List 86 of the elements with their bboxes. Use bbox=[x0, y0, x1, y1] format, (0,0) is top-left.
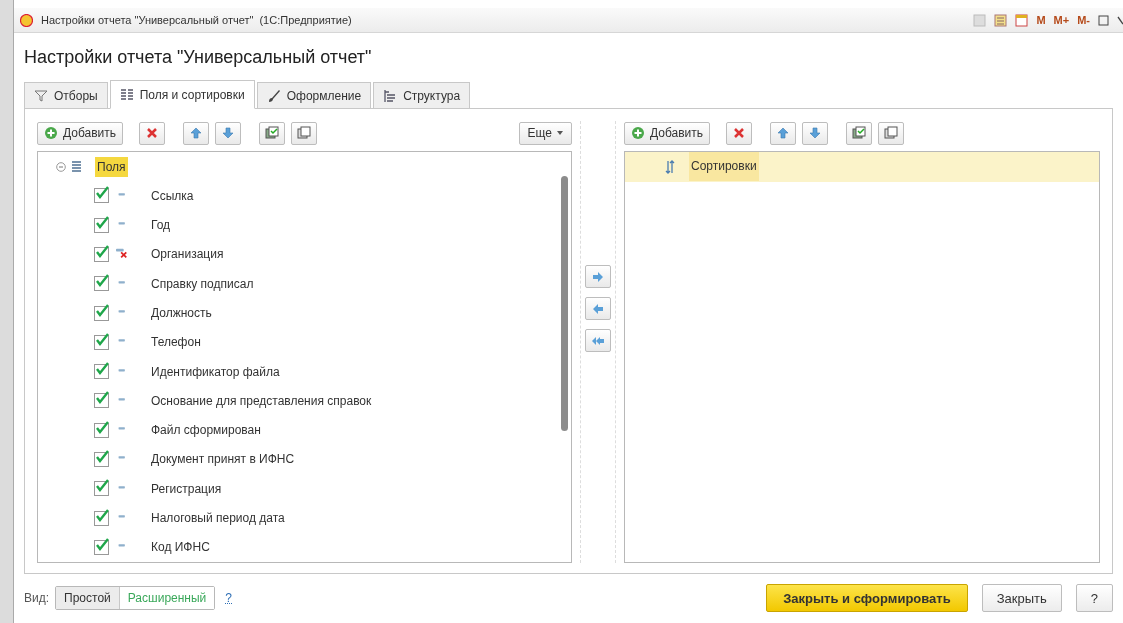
tree-item[interactable]: Год bbox=[151, 218, 171, 233]
checkbox[interactable] bbox=[94, 247, 109, 262]
arrow-up-icon bbox=[189, 126, 204, 140]
move-left-button[interactable] bbox=[585, 297, 611, 320]
checkbox[interactable] bbox=[94, 510, 109, 526]
more-button[interactable]: Еще bbox=[518, 121, 572, 145]
add-button[interactable]: Добавить bbox=[624, 121, 711, 145]
checkbox[interactable] bbox=[94, 451, 109, 467]
delete-button[interactable] bbox=[726, 121, 753, 145]
checkbox[interactable] bbox=[94, 217, 109, 233]
checkbox[interactable] bbox=[94, 539, 109, 555]
move-up-button[interactable] bbox=[770, 121, 797, 145]
tree-item[interactable]: Ссылка bbox=[151, 188, 194, 203]
structure-icon bbox=[383, 88, 398, 103]
move-all-left-button[interactable] bbox=[585, 329, 611, 352]
tree-item[interactable]: Код ИФНС bbox=[151, 540, 210, 555]
tree-item[interactable]: Идентификатор файла bbox=[151, 364, 280, 379]
tree-item[interactable]: Поля bbox=[95, 156, 128, 177]
tab[interactable]: Структура bbox=[373, 82, 471, 109]
tree-item[interactable]: Телефон bbox=[151, 335, 201, 350]
check-all-icon bbox=[852, 126, 867, 140]
move-up-button[interactable] bbox=[183, 121, 210, 145]
maximize-icon[interactable] bbox=[1098, 14, 1109, 26]
arrow-down-icon bbox=[221, 126, 236, 140]
tree-item[interactable]: Основание для представления справок bbox=[151, 393, 372, 408]
checkbox[interactable] bbox=[94, 393, 109, 409]
arrow-up-icon bbox=[776, 126, 791, 140]
field-error-icon bbox=[115, 248, 129, 261]
delete-icon bbox=[145, 126, 160, 140]
app-logo-icon bbox=[20, 13, 33, 27]
move-down-button[interactable] bbox=[802, 121, 829, 145]
caret-icon bbox=[557, 131, 563, 135]
checkbox[interactable] bbox=[94, 364, 109, 380]
view-option[interactable]: Простой bbox=[56, 587, 120, 609]
delete-icon bbox=[732, 126, 747, 140]
brush-icon bbox=[266, 88, 281, 103]
add-icon bbox=[44, 126, 58, 140]
dialog-button[interactable]: ? bbox=[1075, 584, 1113, 612]
close-icon[interactable] bbox=[1117, 14, 1123, 26]
check-all-icon bbox=[265, 126, 280, 140]
delete-button[interactable] bbox=[139, 121, 166, 145]
checkbox[interactable] bbox=[94, 276, 109, 292]
collapse-icon[interactable] bbox=[56, 161, 66, 172]
uncheck-all-icon bbox=[884, 126, 899, 140]
run-button[interactable]: Закрыть и сформировать bbox=[766, 584, 968, 612]
checkbox[interactable] bbox=[94, 188, 109, 204]
checkbox[interactable] bbox=[94, 334, 109, 350]
tab[interactable]: Оформление bbox=[256, 82, 372, 109]
tab[interactable]: Отборы bbox=[24, 82, 108, 109]
memory-button[interactable]: M bbox=[1036, 14, 1046, 26]
help-link[interactable]: ? bbox=[225, 591, 232, 605]
checkbox[interactable] bbox=[94, 481, 109, 497]
memory-button[interactable]: M- bbox=[1077, 14, 1090, 26]
check-all-button[interactable] bbox=[259, 121, 286, 145]
filter-icon bbox=[34, 88, 48, 103]
tree-item[interactable]: Справку подписал bbox=[151, 276, 254, 291]
calendar-icon[interactable] bbox=[1015, 13, 1029, 27]
tree-item[interactable]: Организация bbox=[151, 247, 224, 262]
checkbox[interactable] bbox=[94, 422, 109, 438]
tree-item[interactable]: Налоговый период дата bbox=[151, 511, 285, 525]
window-title: Настройки отчета "Универсальный отчет" (1С:Предприятие) bbox=[41, 14, 353, 26]
tree-item[interactable]: Файл сформирован bbox=[151, 423, 261, 438]
arrow-down-icon bbox=[808, 126, 823, 140]
uncheck-all-button[interactable] bbox=[291, 121, 318, 145]
arrow-right-icon bbox=[591, 269, 605, 284]
add-icon bbox=[631, 126, 645, 140]
tree-item[interactable]: Должность bbox=[151, 306, 212, 321]
add-button[interactable]: Добавить bbox=[37, 121, 124, 145]
checkbox[interactable] bbox=[94, 305, 109, 321]
columns-icon bbox=[119, 87, 134, 102]
tab[interactable]: Поля и сортировки bbox=[109, 80, 255, 109]
sort-icon bbox=[665, 159, 675, 174]
dialog-button[interactable]: Закрыть bbox=[981, 584, 1062, 612]
move-down-button[interactable] bbox=[215, 121, 242, 145]
list-icon bbox=[72, 160, 81, 174]
check-all-button[interactable] bbox=[846, 121, 873, 145]
tree-item[interactable]: Документ принят в ИФНС bbox=[151, 452, 295, 467]
tree-item[interactable]: Регистрация bbox=[151, 481, 222, 496]
move-right-button[interactable] bbox=[585, 265, 611, 288]
view-label: Вид: bbox=[24, 591, 50, 605]
memory-button[interactable]: M+ bbox=[1053, 14, 1070, 26]
document-icon[interactable] bbox=[994, 13, 1008, 27]
uncheck-all-button[interactable] bbox=[878, 121, 905, 145]
list-item[interactable]: Сортировки bbox=[689, 152, 759, 182]
uncheck-all-icon bbox=[297, 126, 312, 140]
form-heading: Настройки отчета "Универсальный отчет" bbox=[23, 46, 373, 69]
